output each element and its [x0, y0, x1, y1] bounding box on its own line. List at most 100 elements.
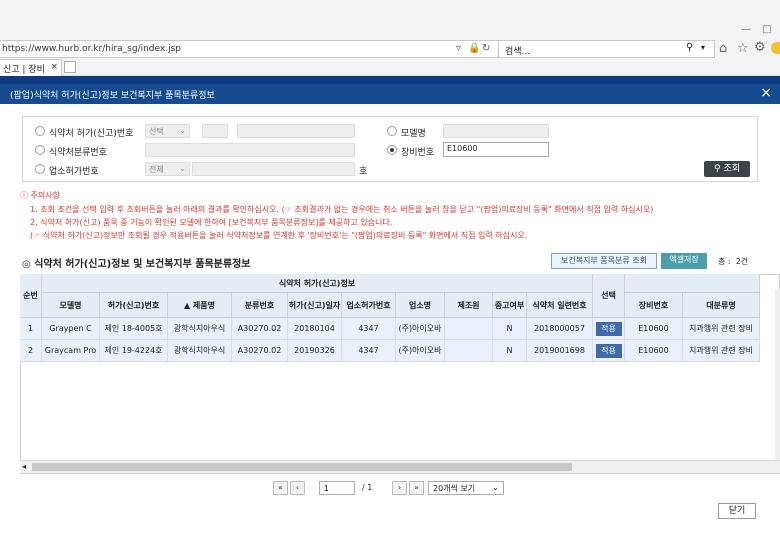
search-button[interactable]: ⚲ 조회	[704, 161, 750, 177]
cell-major-class: 치과행위 관련 장비	[683, 318, 760, 340]
cell-permit-number: 제인 18-4005호	[100, 318, 168, 340]
lock-icon: 🔒	[468, 43, 481, 54]
radio-permit-number[interactable]	[35, 126, 45, 136]
page-size-select[interactable]: 20개씩 보기 ⌄	[428, 481, 504, 495]
cell-seq: 2	[20, 340, 42, 362]
radio-mfds-class[interactable]	[35, 145, 45, 155]
label-equipment-number: 장비번호	[401, 148, 435, 158]
background-page-header	[0, 76, 780, 84]
tab-bar: 신고 | 장비현... ×	[0, 58, 780, 88]
search-input[interactable]: 검색...	[505, 44, 530, 57]
header-serial-number: 식약처 일련번호	[527, 293, 593, 318]
header-equipment-number: 장비번호	[625, 293, 683, 318]
notice-title: 주의사항	[30, 191, 60, 200]
star-icon[interactable]: ☆	[737, 41, 749, 56]
radio-company-permit[interactable]	[35, 164, 45, 174]
label-mfds-class: 식약처분류번호	[49, 148, 107, 158]
excel-save-button[interactable]: 엑셀저장	[661, 253, 707, 269]
input-permit-number[interactable]	[237, 124, 355, 138]
cell-serial-number: 2018000057	[527, 318, 593, 340]
warning-icon: ⓘ	[20, 191, 28, 200]
section-title-row: ◎ 식약처 허가(신고)정보 및 보건복지부 품목분류정보	[22, 255, 251, 270]
mohw-lookup-button[interactable]: 보건복지부 품목분류 조회	[551, 253, 657, 269]
section-title: 식약처 허가(신고)정보 및 보건복지부 품목분류정보	[34, 259, 251, 270]
minimize-icon[interactable]: —	[741, 24, 751, 35]
cell-select: 적용	[593, 318, 625, 340]
close-button[interactable]: 닫기	[718, 503, 756, 519]
label-company-permit: 업소허가번호	[49, 167, 99, 177]
input-equipment-number[interactable]: E10600	[443, 142, 549, 157]
page-size-value: 20개씩 보기	[433, 484, 476, 493]
chevron-down-icon[interactable]: ▾	[701, 43, 705, 52]
input-mfds-class[interactable]	[145, 143, 355, 157]
header-manufacturer: 제조원	[445, 293, 493, 318]
header-used: 중고여부	[493, 293, 527, 318]
notice-line-1: 1. 조회 조건을 선택 입력 후 조회버튼을 눌러 아래의 결과를 확인하십시…	[30, 205, 654, 214]
browser-tab[interactable]: 신고 | 장비현... ×	[0, 59, 62, 88]
header-permit-date: 허가(신고)일자	[288, 293, 342, 318]
scroll-left-icon[interactable]: ◂	[22, 462, 26, 471]
next-page-button[interactable]: ›	[392, 481, 407, 495]
header-major-class: 대분류명	[683, 293, 760, 318]
page-total: / 1	[362, 483, 373, 492]
chevron-down-icon: ⌄	[179, 126, 186, 135]
select-permit-type-value: 선택	[149, 127, 164, 136]
smiley-icon[interactable]	[771, 42, 780, 54]
home-icon[interactable]: ⌂	[719, 41, 727, 56]
close-tab-icon[interactable]: ×	[50, 62, 58, 72]
search-icon: ⚲	[713, 164, 721, 174]
prev-page-button[interactable]: ‹	[290, 481, 305, 495]
header-filler	[625, 274, 760, 293]
maximize-icon[interactable]: □	[762, 24, 771, 35]
header-model-name: 모델명	[42, 293, 100, 318]
cell-permit-date: 20180104	[288, 318, 342, 340]
vertical-scrollbar[interactable]	[775, 290, 780, 460]
header-company-name: 업소명	[396, 293, 445, 318]
notice-line-3: (☞ 식약처 허가(신고)정보만 조회될 경우 적용버튼을 눌러 식약처정보를 …	[30, 231, 528, 240]
cell-permit-number: 제인 19-4224호	[100, 340, 168, 362]
header-seq: 순번	[20, 274, 42, 318]
scrollbar-thumb[interactable]	[32, 463, 572, 471]
gear-icon[interactable]: ⚙	[754, 40, 766, 55]
total-count-value: 2건	[735, 257, 749, 266]
notice-title-row: ⓘ 주의사항	[20, 190, 60, 201]
select-company-type-value: 전체	[149, 165, 164, 174]
horizontal-scrollbar[interactable]: ◂	[20, 460, 780, 473]
chevron-down-icon: ⌄	[179, 164, 186, 173]
cell-model-name: Graypen C	[42, 318, 100, 340]
input-company-permit[interactable]	[192, 162, 355, 176]
search-box[interactable]: 검색... ⚲ ▾	[498, 41, 714, 57]
radio-equipment-number[interactable]	[387, 145, 397, 155]
cell-major-class: 치과행위 관련 장비	[683, 340, 760, 362]
apply-button[interactable]: 적용	[595, 321, 622, 336]
browser-chrome: — □ https://www.hurb.or.kr/hira_sg/index…	[0, 0, 780, 88]
cell-manufacturer	[445, 318, 493, 340]
cell-company-permit: 4347	[342, 340, 396, 362]
radio-model-name[interactable]	[387, 126, 397, 136]
refresh-icon[interactable]: ↻	[482, 43, 490, 54]
header-select: 선택	[593, 274, 625, 318]
select-permit-type[interactable]: 선택 ⌄	[145, 124, 190, 138]
search-icon[interactable]: ⚲	[686, 42, 693, 53]
page-number-input[interactable]	[319, 481, 355, 495]
header-company-permit: 업소허가번호	[342, 293, 396, 318]
header-permit-number: 허가(신고)번호	[100, 293, 168, 318]
input-permit-prefix[interactable]	[202, 124, 228, 138]
close-icon[interactable]: ×	[760, 85, 772, 101]
new-tab-icon[interactable]	[64, 61, 76, 73]
address-bar[interactable]: https://www.hurb.or.kr/hira_sg/index.jsp…	[0, 40, 715, 58]
last-page-button[interactable]: »	[409, 481, 424, 495]
cell-class-number: A30270.02	[232, 340, 288, 362]
cell-used: N	[493, 340, 527, 362]
cell-product-name: 광학식치아우식	[168, 318, 232, 340]
cell-company-name: (주)아이오바	[396, 340, 445, 362]
cell-manufacturer	[445, 340, 493, 362]
first-page-button[interactable]: «	[273, 481, 288, 495]
search-dropdown-icon[interactable]: ▿	[456, 43, 461, 54]
apply-button[interactable]: 적용	[595, 343, 622, 358]
cell-select: 적용	[593, 340, 625, 362]
input-model-name[interactable]	[443, 124, 549, 138]
select-company-type[interactable]: 전체 ⌄	[145, 162, 190, 176]
header-product-name: ▲ 제품명	[168, 293, 232, 318]
total-count: 총 : 2건	[718, 256, 748, 267]
